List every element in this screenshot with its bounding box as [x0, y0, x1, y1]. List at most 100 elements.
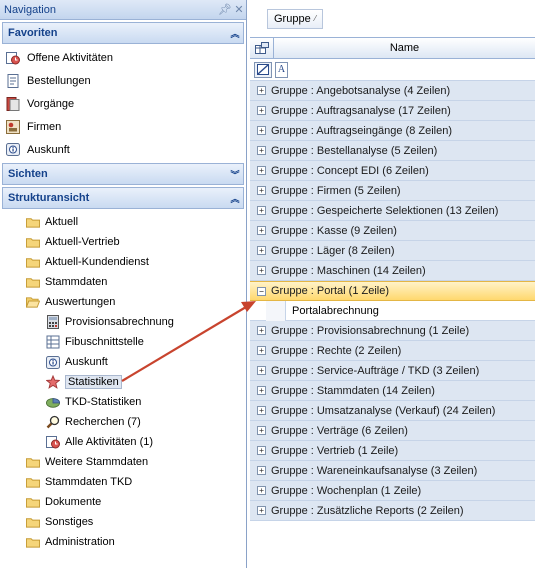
tree-item[interactable]: Recherchen (7): [0, 412, 246, 432]
tree-item[interactable]: Administration: [0, 532, 246, 552]
expand-icon[interactable]: +: [257, 266, 266, 275]
favorite-item[interactable]: Offene Aktivitäten: [0, 46, 246, 69]
group-row[interactable]: + Gruppe : Umsatzanalyse (Verkauf) (24 Ze…: [250, 401, 535, 421]
expand-icon[interactable]: +: [257, 126, 266, 135]
tree-item[interactable]: Provisionsabrechnung: [0, 312, 246, 332]
expand-icon[interactable]: +: [257, 166, 266, 175]
tree-item-label: Stammdaten TKD: [45, 476, 133, 488]
expand-icon[interactable]: +: [257, 226, 266, 235]
column-name-header[interactable]: Name: [274, 38, 535, 58]
filter-clear-button[interactable]: [254, 61, 272, 78]
tree-item[interactable]: Auskunft: [0, 352, 246, 372]
favorite-item[interactable]: Firmen: [0, 115, 246, 138]
group-row[interactable]: + Gruppe : Wareneinkaufsanalyse (3 Zeilen…: [250, 461, 535, 481]
group-row[interactable]: + Gruppe : Kasse (9 Zeilen): [250, 221, 535, 241]
tree-item[interactable]: Stammdaten TKD: [0, 472, 246, 492]
tree-item[interactable]: Aktuell-Vertrieb: [0, 232, 246, 252]
folder-icon: [26, 516, 40, 529]
tree-item[interactable]: Aktuell: [0, 212, 246, 232]
favorites-header[interactable]: Favoriten ︽: [2, 22, 244, 44]
tree-item[interactable]: Fibuschnittstelle: [0, 332, 246, 352]
group-row[interactable]: − Gruppe : Portal (1 Zeile): [250, 281, 535, 301]
expand-icon[interactable]: +: [257, 146, 266, 155]
favorite-item[interactable]: Bestellungen: [0, 69, 246, 92]
column-chooser-button[interactable]: [250, 38, 274, 58]
tree-item[interactable]: TKD-Statistiken: [0, 392, 246, 412]
group-row[interactable]: + Gruppe : Verträge (6 Zeilen): [250, 421, 535, 441]
group-row-label: Gruppe : Bestellanalyse (5 Zeilen): [271, 144, 438, 157]
favorite-item[interactable]: Auskunft: [0, 138, 246, 161]
filter-clear-icon: [257, 64, 269, 75]
views-header[interactable]: Sichten ︾: [2, 163, 244, 185]
favorite-item-label: Firmen: [27, 120, 62, 133]
folder-icon: [26, 256, 40, 269]
tree-item[interactable]: Weitere Stammdaten: [0, 452, 246, 472]
group-by-chip[interactable]: Gruppe ⁄: [267, 8, 324, 29]
collapse-chevron-icon[interactable]: ︽: [227, 27, 243, 40]
group-row[interactable]: + Gruppe : Rechte (2 Zeilen): [250, 341, 535, 361]
group-row[interactable]: + Gruppe : Service-Aufträge / TKD (3 Zeil…: [250, 361, 535, 381]
expand-icon[interactable]: +: [257, 186, 266, 195]
tree-item[interactable]: Aktuell-Kundendienst: [0, 252, 246, 272]
group-row[interactable]: + Gruppe : Bestellanalyse (5 Zeilen): [250, 141, 535, 161]
structure-header[interactable]: Strukturansicht ︽: [2, 187, 244, 209]
group-row[interactable]: + Gruppe : Vertrieb (1 Zeile): [250, 441, 535, 461]
expand-icon[interactable]: +: [257, 86, 266, 95]
favorites-list: Offene Aktivitäten Bestellungen Vorgänge Fi…: [0, 44, 246, 161]
tree-item[interactable]: Dokumente: [0, 492, 246, 512]
group-row[interactable]: + Gruppe : Zusätzliche Reports (2 Zeilen): [250, 501, 535, 521]
tree-item-label: Aktuell-Vertrieb: [45, 236, 120, 248]
expand-icon[interactable]: +: [257, 206, 266, 215]
favorite-item[interactable]: Vorgänge: [0, 92, 246, 115]
collapse-icon[interactable]: −: [257, 286, 266, 296]
group-row[interactable]: + Gruppe : Angebotsanalyse (4 Zeilen): [250, 81, 535, 101]
column-chooser-icon: [254, 42, 269, 54]
tree-item-label: Auswertungen: [45, 296, 116, 308]
group-row[interactable]: + Gruppe : Läger (8 Zeilen): [250, 241, 535, 261]
expand-icon[interactable]: +: [257, 466, 266, 475]
favorite-item-label: Bestellungen: [27, 74, 91, 87]
tree-item[interactable]: Alle Aktivitäten (1): [0, 432, 246, 452]
expand-icon[interactable]: +: [257, 366, 266, 375]
tree-item-label: Fibuschnittstelle: [65, 336, 144, 348]
group-row-label: Gruppe : Rechte (2 Zeilen): [271, 344, 402, 357]
expand-icon[interactable]: +: [257, 326, 266, 335]
navigation-titlebar: Navigation 📌︎ ✕: [0, 0, 246, 20]
group-row[interactable]: + Gruppe : Maschinen (14 Zeilen): [250, 261, 535, 281]
pin-icon[interactable]: 📌︎: [218, 3, 232, 16]
row-indicator[interactable]: [266, 300, 286, 321]
expand-icon[interactable]: +: [257, 426, 266, 435]
group-row[interactable]: + Gruppe : Gespeicherte Selektionen (13 Z…: [250, 201, 535, 221]
expand-icon[interactable]: +: [257, 486, 266, 495]
group-row-label: Gruppe : Läger (8 Zeilen): [271, 244, 395, 257]
tree-item-label: Provisionsabrechnung: [65, 316, 174, 328]
group-row-label: Gruppe : Kasse (9 Zeilen): [271, 224, 397, 237]
expand-icon[interactable]: +: [257, 386, 266, 395]
filter-text-button[interactable]: A: [275, 61, 288, 78]
star-icon: [46, 375, 60, 389]
collapse-chevron-icon[interactable]: ︽: [227, 192, 243, 205]
tree-item[interactable]: Stammdaten: [0, 272, 246, 292]
expand-icon[interactable]: +: [257, 446, 266, 455]
tree-item[interactable]: Statistiken: [0, 372, 246, 392]
group-row[interactable]: + Gruppe : Wochenplan (1 Zeile): [250, 481, 535, 501]
structure-title: Strukturansicht: [8, 192, 90, 204]
group-row[interactable]: + Gruppe : Firmen (5 Zeilen): [250, 181, 535, 201]
filter-row: A: [250, 59, 535, 81]
group-row[interactable]: + Gruppe : Auftragseingänge (8 Zeilen): [250, 121, 535, 141]
expand-icon[interactable]: +: [257, 346, 266, 355]
expand-icon[interactable]: +: [257, 106, 266, 115]
group-row[interactable]: + Gruppe : Stammdaten (14 Zeilen): [250, 381, 535, 401]
data-row-label: Portalabrechnung: [292, 304, 379, 317]
expand-icon[interactable]: +: [257, 246, 266, 255]
tree-item[interactable]: Sonstiges: [0, 512, 246, 532]
close-icon[interactable]: ✕: [232, 3, 246, 16]
tree-item[interactable]: Auswertungen: [0, 292, 246, 312]
data-row[interactable]: Portalabrechnung: [250, 300, 535, 321]
group-row[interactable]: + Gruppe : Concept EDI (6 Zeilen): [250, 161, 535, 181]
expand-icon[interactable]: +: [257, 506, 266, 515]
expand-chevron-icon[interactable]: ︾: [227, 168, 243, 181]
group-row[interactable]: + Gruppe : Auftragsanalyse (17 Zeilen): [250, 101, 535, 121]
group-row[interactable]: + Gruppe : Provisionsabrechnung (1 Zeile): [250, 321, 535, 341]
expand-icon[interactable]: +: [257, 406, 266, 415]
